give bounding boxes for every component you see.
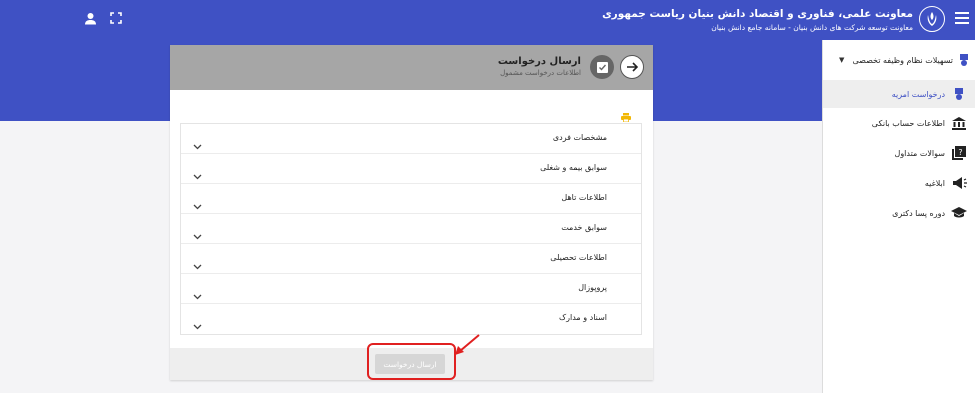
- sidebar: تسهیلات نظام وظیفه تخصصی ▼ درخواست امریه…: [822, 40, 975, 393]
- accordion-label: اطلاعات تاهل: [561, 193, 607, 202]
- sidebar-item-postdoc[interactable]: دوره پسا دکتری: [823, 198, 975, 228]
- sidebar-item-label: درخواست امریه: [891, 89, 945, 99]
- sidebar-item-amriyeh-request[interactable]: درخواست امریه: [823, 80, 975, 108]
- bank-icon: [951, 116, 967, 130]
- accordion-label: مشخصات فردی: [552, 133, 607, 142]
- accordion-item-education-info[interactable]: اطلاعات تحصیلی: [181, 244, 641, 274]
- graduation-cap-icon: [951, 206, 967, 220]
- sidebar-item-label: ابلاغیه: [924, 178, 945, 188]
- card-title-block: ارسال درخواست اطلاعات درخواست مشمول: [498, 56, 581, 79]
- chevron-down-icon: [193, 225, 202, 244]
- sidebar-item-label: دوره پسا دکتری: [892, 208, 945, 218]
- accordion-label: اسناد و مدارک: [558, 313, 607, 322]
- sidebar-item-label: سوالات متداول: [894, 148, 946, 158]
- sidebar-item-bank-account[interactable]: اطلاعات حساب بانکی: [823, 108, 975, 138]
- checklist-icon: [590, 55, 614, 79]
- sidebar-item-notice[interactable]: ابلاغیه: [823, 168, 975, 198]
- accordion-label: سوابق بیمه و شغلی: [540, 163, 607, 172]
- top-app-bar: معاونت علمی، فناوری و اقتصاد دانش بنیان …: [0, 0, 975, 40]
- megaphone-icon: [951, 176, 967, 190]
- menu-icon[interactable]: [955, 12, 969, 24]
- fullscreen-icon[interactable]: [110, 12, 122, 25]
- accordion-label: اطلاعات تحصیلی: [550, 253, 607, 262]
- app-title: معاونت علمی، فناوری و اقتصاد دانش بنیان …: [602, 8, 913, 20]
- app-title-block: معاونت علمی، فناوری و اقتصاد دانش بنیان …: [602, 8, 913, 33]
- chevron-down-icon: [193, 135, 202, 154]
- accordion-label: پروپوزال: [578, 283, 607, 292]
- award-icon: [959, 53, 969, 67]
- annotation-arrow-icon: [455, 334, 480, 355]
- chevron-down-icon: [193, 255, 202, 274]
- highlight-box: [367, 343, 456, 380]
- request-card: ارسال درخواست اطلاعات درخواست مشمول مشخص…: [170, 45, 653, 380]
- accordion-item-documents[interactable]: اسناد و مدارک: [181, 304, 641, 334]
- top-actions: [84, 12, 122, 25]
- chevron-down-icon: [193, 165, 202, 184]
- emblem-icon: [919, 6, 945, 32]
- chevron-down-icon: [193, 285, 202, 304]
- accordion-item-marital-info[interactable]: اطلاعات تاهل: [181, 184, 641, 214]
- user-icon[interactable]: [84, 12, 97, 25]
- sidebar-group-label: تسهیلات نظام وظیفه تخصصی: [852, 55, 954, 65]
- svg-text:?: ?: [958, 148, 962, 157]
- card-subtitle: اطلاعات درخواست مشمول: [500, 69, 581, 77]
- accordion-item-insurance-history[interactable]: سوابق بیمه و شغلی: [181, 154, 641, 184]
- accordion-label: سوابق خدمت: [561, 223, 607, 232]
- sidebar-group-header[interactable]: تسهیلات نظام وظیفه تخصصی ▼: [823, 40, 975, 80]
- chevron-down-icon: [193, 315, 202, 334]
- award-icon: [951, 87, 967, 101]
- app-subtitle: معاونت توسعه شرکت های دانش بنیان - سامان…: [711, 23, 913, 32]
- card-header: ارسال درخواست اطلاعات درخواست مشمول: [170, 45, 653, 90]
- question-book-icon: ?: [951, 146, 967, 160]
- accordion-item-service-history[interactable]: سوابق خدمت: [181, 214, 641, 244]
- card-title: ارسال درخواست: [497, 56, 581, 67]
- accordion-item-proposal[interactable]: پروپوزال: [181, 274, 641, 304]
- sidebar-item-faq[interactable]: ? سوالات متداول: [823, 138, 975, 168]
- sections-accordion: مشخصات فردی سوابق بیمه و شغلی اطلاعات تا…: [180, 123, 642, 335]
- accordion-item-personal-info[interactable]: مشخصات فردی: [181, 124, 641, 154]
- caret-down-icon: ▼: [839, 56, 845, 64]
- back-arrow-button[interactable]: [620, 55, 644, 79]
- sidebar-item-label: اطلاعات حساب بانکی: [871, 118, 945, 128]
- chevron-down-icon: [193, 195, 202, 214]
